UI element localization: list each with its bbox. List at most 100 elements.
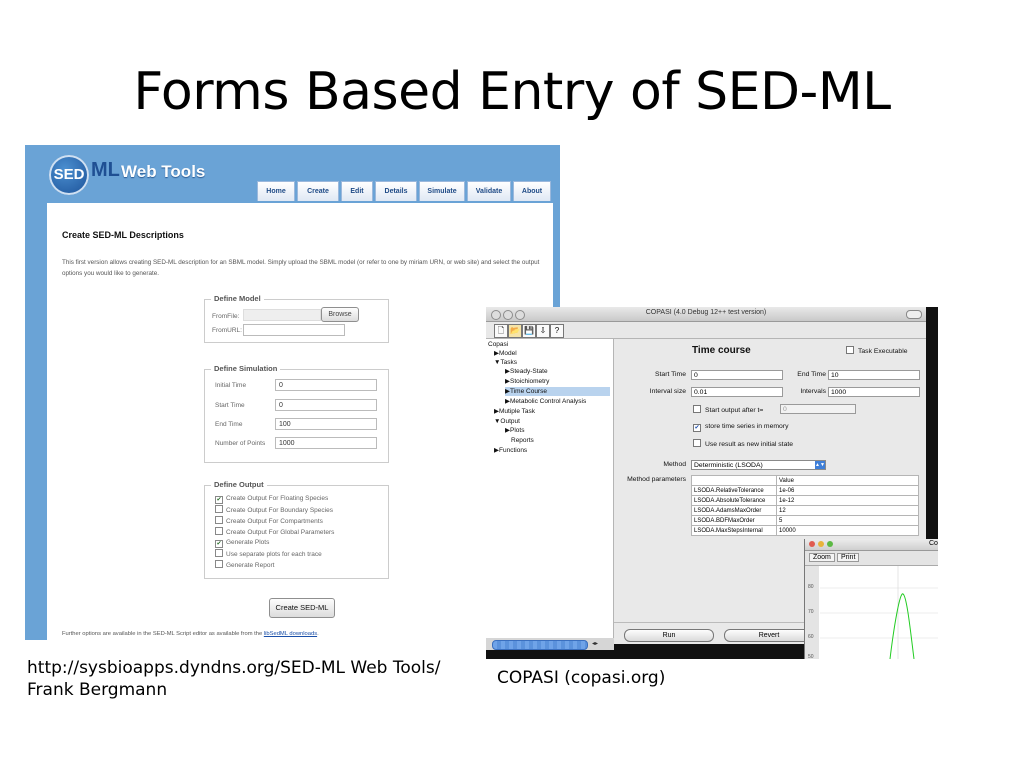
param-value[interactable]: 1e-06 [776, 485, 919, 496]
checkbox[interactable] [215, 560, 223, 568]
libsedml-downloads-link[interactable]: libSedML downloads [264, 631, 317, 637]
param-name: LSODA.AbsoluteTolerance [691, 495, 777, 506]
table-row[interactable]: LSODA.MaxStepsInternal 10000 [691, 525, 919, 536]
store-time-series-checkbox[interactable]: ✔ store time series in memory [693, 422, 788, 432]
tab-create[interactable]: Create [297, 181, 339, 201]
param-value[interactable]: 1e-12 [776, 495, 919, 506]
option-label: Use separate plots for each trace [226, 551, 322, 558]
print-button[interactable]: Print [837, 553, 860, 562]
table-row[interactable]: LSODA.RelativeTolerance 1e-06 [691, 485, 919, 496]
sedml-logo[interactable]: SED [49, 155, 89, 195]
checkbox[interactable] [215, 527, 223, 535]
tab-home[interactable]: Home [257, 181, 295, 201]
checkbox[interactable] [215, 505, 223, 513]
checkbox-checked[interactable]: ✔ [215, 540, 223, 548]
run-button[interactable]: Run [624, 629, 714, 642]
output-option[interactable]: Create Output For Compartments [215, 516, 323, 526]
tree-item[interactable]: Reports [511, 436, 534, 445]
dropdown-arrow-icon: ▲▼ [815, 461, 825, 469]
tab-details[interactable]: Details [375, 181, 417, 201]
start-time-input[interactable]: 0 [275, 399, 377, 411]
param-value[interactable]: 12 [776, 505, 919, 516]
tree-item[interactable]: ▶Stoichiometry [505, 377, 549, 386]
start-time-input[interactable]: 0 [691, 370, 783, 380]
plot-window-titlebar: Co [805, 539, 938, 551]
table-row[interactable]: LSODA.AdamsMaxOrder 12 [691, 505, 919, 516]
from-url-input[interactable] [243, 324, 345, 336]
end-time-input[interactable]: 100 [275, 418, 377, 430]
from-url-label: FromURL: [212, 327, 242, 334]
param-name: LSODA.MaxStepsInternal [691, 525, 777, 536]
param-value[interactable]: 10000 [776, 525, 919, 536]
checkbox[interactable] [693, 439, 701, 447]
open-folder-icon[interactable]: 📂 [508, 324, 522, 338]
tree-item[interactable]: ▶Metabolic Control Analysis [505, 397, 586, 406]
define-output-legend: Define Output [211, 480, 267, 489]
tree-item[interactable]: ▶Steady-State [505, 367, 548, 376]
option-label: Generate Plots [226, 539, 270, 546]
initial-time-input[interactable]: 0 [275, 379, 377, 391]
scroll-arrows-icon[interactable]: ◂▸ [592, 640, 598, 647]
plot-curve [889, 593, 915, 659]
zoom-window-icon[interactable] [827, 541, 833, 547]
output-option[interactable]: ✔ Create Output For Floating Species [215, 494, 328, 504]
param-name: LSODA.RelativeTolerance [691, 485, 777, 496]
param-value[interactable]: 5 [776, 515, 919, 526]
tree-item-selected[interactable]: ▶Time Course [505, 387, 610, 396]
define-model-fieldset: Define Model FromFile: Browse FromURL: [204, 294, 389, 343]
checkbox[interactable] [215, 549, 223, 557]
table-row[interactable]: LSODA.BDFMaxOrder 5 [691, 515, 919, 526]
tree-item[interactable]: ▶Functions [494, 446, 527, 455]
toolbar: 🗋 📂 💾 ⇩ ? [486, 322, 926, 339]
number-of-points-input[interactable]: 1000 [275, 437, 377, 449]
end-time-input[interactable]: 10 [828, 370, 920, 380]
start-output-input[interactable]: 0 [780, 404, 856, 414]
intervals-input[interactable]: 1000 [828, 387, 920, 397]
navigation-tree: Copasi ▶Model ▼Tasks ▶Steady-State ▶Stoi… [486, 339, 614, 639]
tree-item[interactable]: ▼Tasks [494, 358, 517, 367]
new-file-icon[interactable]: 🗋 [494, 324, 508, 338]
import-icon[interactable]: ⇩ [536, 324, 550, 338]
tab-validate[interactable]: Validate [467, 181, 511, 201]
interval-size-input[interactable]: 0.01 [691, 387, 783, 397]
checkbox-checked[interactable]: ✔ [693, 424, 701, 432]
toolbar-toggle-icon[interactable] [906, 310, 922, 319]
tree-item[interactable]: ▶Model [494, 349, 517, 358]
task-executable-checkbox[interactable]: Task Executable [846, 346, 908, 356]
tree-item[interactable]: ▶Plots [505, 426, 524, 435]
checkbox[interactable] [693, 405, 701, 413]
close-window-icon[interactable] [809, 541, 815, 547]
output-option[interactable]: ✔ Generate Plots [215, 538, 269, 548]
output-option[interactable]: Create Output For Boundary Species [215, 505, 333, 515]
checkbox[interactable] [215, 516, 223, 524]
option-label: Create Output For Floating Species [226, 495, 329, 502]
use-result-checkbox[interactable]: Use result as new initial state [693, 439, 793, 449]
from-file-input[interactable] [243, 309, 321, 321]
checkbox[interactable] [846, 346, 854, 354]
tree-item[interactable]: ▼Output [494, 417, 520, 426]
browse-button[interactable]: Browse [321, 307, 359, 322]
horizontal-scrollbar[interactable] [492, 640, 588, 650]
page-heading: Create SED-ML Descriptions [62, 230, 184, 240]
tab-about[interactable]: About [513, 181, 551, 201]
start-output-checkbox[interactable]: Start output after t= [693, 405, 763, 415]
output-option[interactable]: Create Output For Global Parameters [215, 527, 334, 537]
checkbox-checked[interactable]: ✔ [215, 496, 223, 504]
whats-this-help-icon[interactable]: ? [550, 324, 564, 338]
param-name: LSODA.BDFMaxOrder [691, 515, 777, 526]
tree-item[interactable]: Copasi [488, 340, 508, 349]
tab-simulate[interactable]: Simulate [419, 181, 465, 201]
table-row[interactable]: LSODA.AbsoluteTolerance 1e-12 [691, 495, 919, 506]
save-icon[interactable]: 💾 [522, 324, 536, 338]
create-sedml-button[interactable]: Create SED-ML [269, 598, 335, 618]
revert-button[interactable]: Revert [724, 629, 814, 642]
output-option[interactable]: Generate Report [215, 560, 274, 570]
output-option[interactable]: Use separate plots for each trace [215, 549, 322, 559]
tab-edit[interactable]: Edit [341, 181, 373, 201]
start-output-label: Start output after t= [705, 407, 764, 414]
zoom-button[interactable]: Zoom [809, 553, 835, 562]
method-select[interactable]: Deterministic (LSODA) ▲▼ [691, 460, 826, 470]
tree-item[interactable]: ▶Mutiple Task [494, 407, 535, 416]
table-header-row: Value [691, 475, 919, 486]
minimize-window-icon[interactable] [818, 541, 824, 547]
